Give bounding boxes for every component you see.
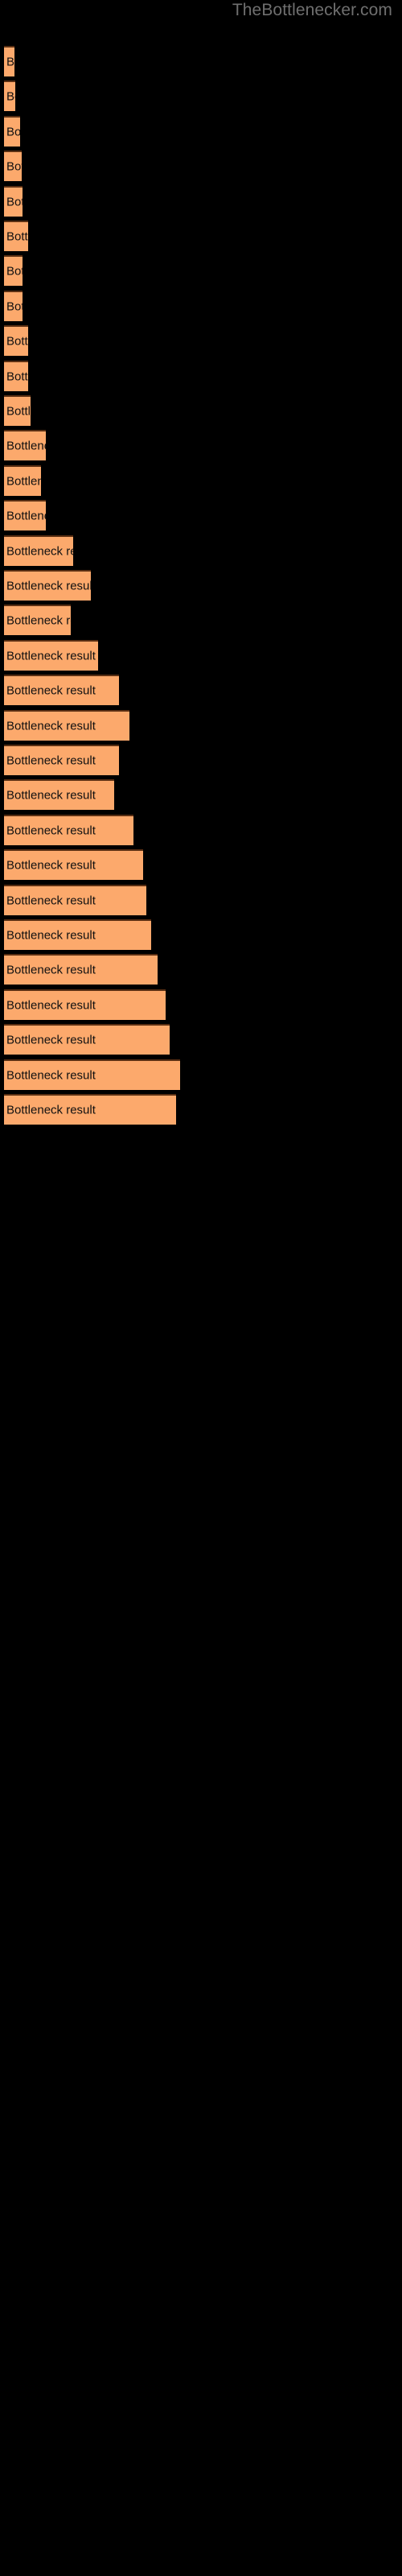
- bar-label: Bottleneck result: [6, 125, 20, 139]
- bar-24: Bottleneck result: [4, 849, 143, 881]
- bar-26: Bottleneck result: [4, 919, 151, 950]
- bar-label: Bottleneck result: [6, 404, 31, 419]
- bar-17: Bottleneck result: [4, 605, 71, 636]
- bar-label: Bottleneck result: [6, 719, 96, 733]
- bar-label: Bottleneck result: [6, 858, 96, 873]
- bar-label: Bottleneck result: [6, 439, 46, 453]
- bar-label: Bottleneck result: [6, 613, 71, 628]
- bar-30: Bottleneck result: [4, 1059, 180, 1090]
- bar-label: Bottleneck result: [6, 753, 96, 768]
- bar-label: Bottleneck result: [6, 1068, 96, 1083]
- bar-label: Bottleneck result: [6, 229, 28, 244]
- bar-16: Bottleneck result: [4, 570, 91, 601]
- bar-12: Bottleneck result: [4, 430, 46, 461]
- bar-label: Bottleneck result: [6, 894, 96, 908]
- bar-22: Bottleneck result: [4, 779, 114, 811]
- bar-label: Bottleneck result: [6, 963, 96, 977]
- bar-label: Bottleneck result: [6, 159, 22, 174]
- bar-6: Bottleneck result: [4, 221, 28, 251]
- bar-label: Bottleneck result: [6, 474, 41, 489]
- bar-27: Bottleneck result: [4, 954, 158, 985]
- bar-15: Bottleneck result: [4, 535, 73, 566]
- bar-label: Bottleneck result: [6, 55, 14, 69]
- bar-label: Bottleneck result: [6, 299, 23, 314]
- bar-label: Bottleneck result: [6, 928, 96, 943]
- bar-8: Bottleneck result: [4, 290, 23, 321]
- bar-10: Bottleneck result: [4, 360, 28, 391]
- bar-13: Bottleneck result: [4, 464, 41, 496]
- bar-5: Bottleneck result: [4, 185, 23, 217]
- bar-7: Bottleneck result: [4, 255, 23, 287]
- bottleneck-bar-chart: TheBottlenecker.com Bottleneck resultBot…: [0, 0, 402, 2576]
- bar-23: Bottleneck result: [4, 814, 133, 845]
- bar-label: Bottleneck result: [6, 824, 96, 838]
- bar-label: Bottleneck result: [6, 649, 96, 663]
- bar-4: Bottleneck result: [4, 151, 22, 182]
- bar-29: Bottleneck result: [4, 1024, 170, 1055]
- bar-label: Bottleneck result: [6, 683, 96, 698]
- bar-label: Bottleneck result: [6, 1103, 96, 1117]
- bar-3: Bottleneck result: [4, 115, 20, 147]
- bar-1: Bottleneck result: [4, 46, 14, 76]
- bar-20: Bottleneck result: [4, 709, 129, 741]
- bar-series-container: Bottleneck result Bottleneck result Bottle…: [0, 0, 402, 2576]
- bar-11: Bottleneck result: [4, 395, 31, 426]
- bar-label: Bottleneck result: [6, 1033, 96, 1047]
- bar-label: Bottleneck result: [6, 89, 15, 104]
- bar-9: Bottleneck result: [4, 325, 28, 357]
- bar-18: Bottleneck result: [4, 639, 98, 671]
- bar-19: Bottleneck result: [4, 675, 119, 706]
- bar-28: Bottleneck result: [4, 989, 166, 1020]
- bar-14: Bottleneck result: [4, 500, 46, 531]
- bar-label: Bottleneck result: [6, 788, 96, 803]
- bar-31: Bottleneck result: [4, 1094, 176, 1125]
- bar-label: Bottleneck result: [6, 579, 91, 593]
- bar-21: Bottleneck result: [4, 745, 119, 775]
- bar-25: Bottleneck result: [4, 884, 146, 915]
- bar-label: Bottleneck result: [6, 195, 23, 209]
- bar-label: Bottleneck result: [6, 334, 28, 349]
- bar-label: Bottleneck result: [6, 998, 96, 1013]
- bar-2: Bottleneck result: [4, 80, 15, 112]
- bar-label: Bottleneck result: [6, 509, 46, 523]
- bar-label: Bottleneck result: [6, 369, 28, 384]
- bar-label: Bottleneck result: [6, 264, 23, 279]
- bar-label: Bottleneck result: [6, 544, 73, 559]
